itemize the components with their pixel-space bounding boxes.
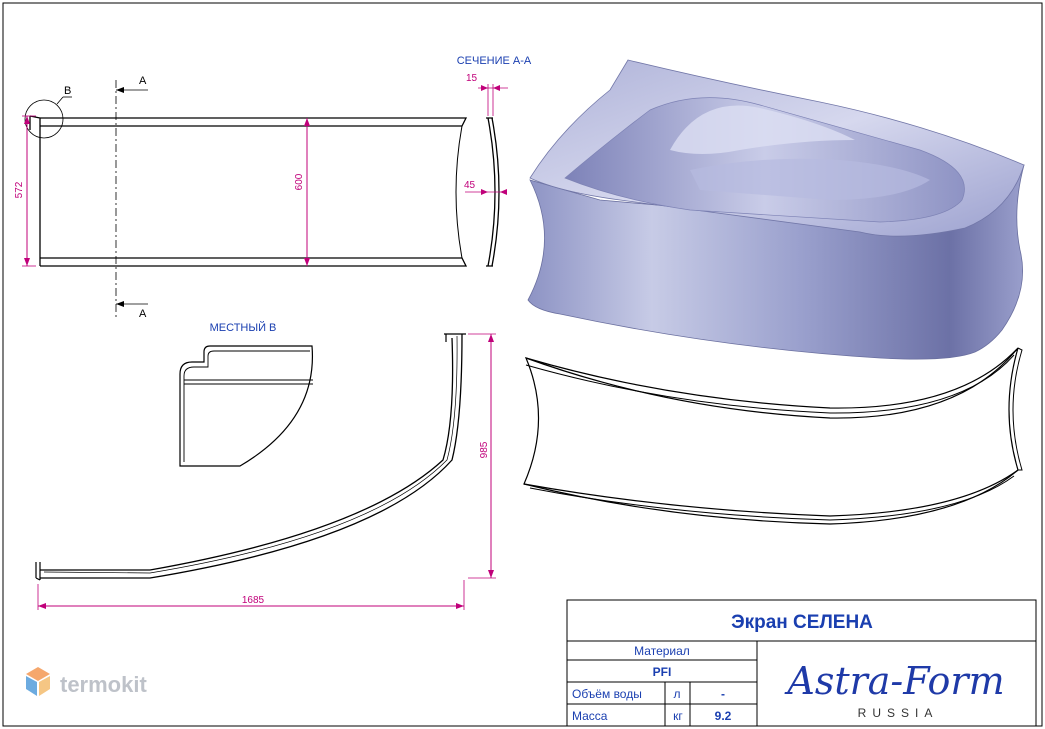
front-view: A A B	[24, 75, 468, 320]
section-a-a: СЕЧЕНИЕ А-А 15 45	[457, 55, 532, 267]
cut-label-top: A	[139, 75, 147, 87]
brand-subtitle: RUSSIA	[858, 706, 939, 720]
dim-985-text: 985	[479, 441, 490, 458]
section-title: СЕЧЕНИЕ А-А	[457, 55, 532, 67]
callout-b-label: B	[64, 85, 71, 97]
cube-icon	[26, 667, 50, 696]
water-value: -	[721, 687, 725, 701]
detail-title: МЕСТНЫЙ В	[210, 321, 277, 334]
water-unit: л	[673, 687, 680, 701]
cut-label-bottom: A	[139, 308, 147, 320]
dimension-985: 985	[468, 333, 496, 579]
termokit-watermark: termokit	[26, 667, 147, 697]
mass-label: Масса	[572, 709, 608, 723]
dim-45-text: 45	[464, 180, 476, 191]
detail-b-circle	[24, 99, 64, 139]
watermark-text: termokit	[60, 672, 147, 697]
title-text: Экран СЕЛЕНА	[731, 612, 873, 633]
dimension-572: 572	[14, 115, 36, 267]
mass-value: 9.2	[715, 709, 732, 723]
brand-logo: Astra-Form	[784, 659, 1004, 703]
material-value: PFI	[653, 665, 672, 679]
screen-render	[523, 347, 1023, 525]
drawing-sheet: A A B 572 600 СЕЧЕНИЕ А-А 15 45 МЕСТНЫЙ …	[2, 2, 1043, 727]
dim-572-text: 572	[14, 181, 25, 198]
water-label: Объём воды	[572, 687, 642, 701]
detail-b-view: МЕСТНЫЙ В	[179, 321, 314, 467]
dimension-600: 600	[294, 118, 310, 266]
dim-1685-text: 1685	[242, 595, 265, 606]
material-label: Материал	[634, 644, 690, 658]
mass-unit: кг	[673, 709, 683, 723]
title-block: Экран СЕЛЕНА Материал PFI Объём воды л -…	[566, 599, 1037, 727]
bathtub-render	[527, 59, 1025, 360]
dim-600-text: 600	[294, 173, 305, 190]
dimension-1685: 1685	[37, 580, 465, 610]
dim-15-text: 15	[466, 73, 478, 84]
